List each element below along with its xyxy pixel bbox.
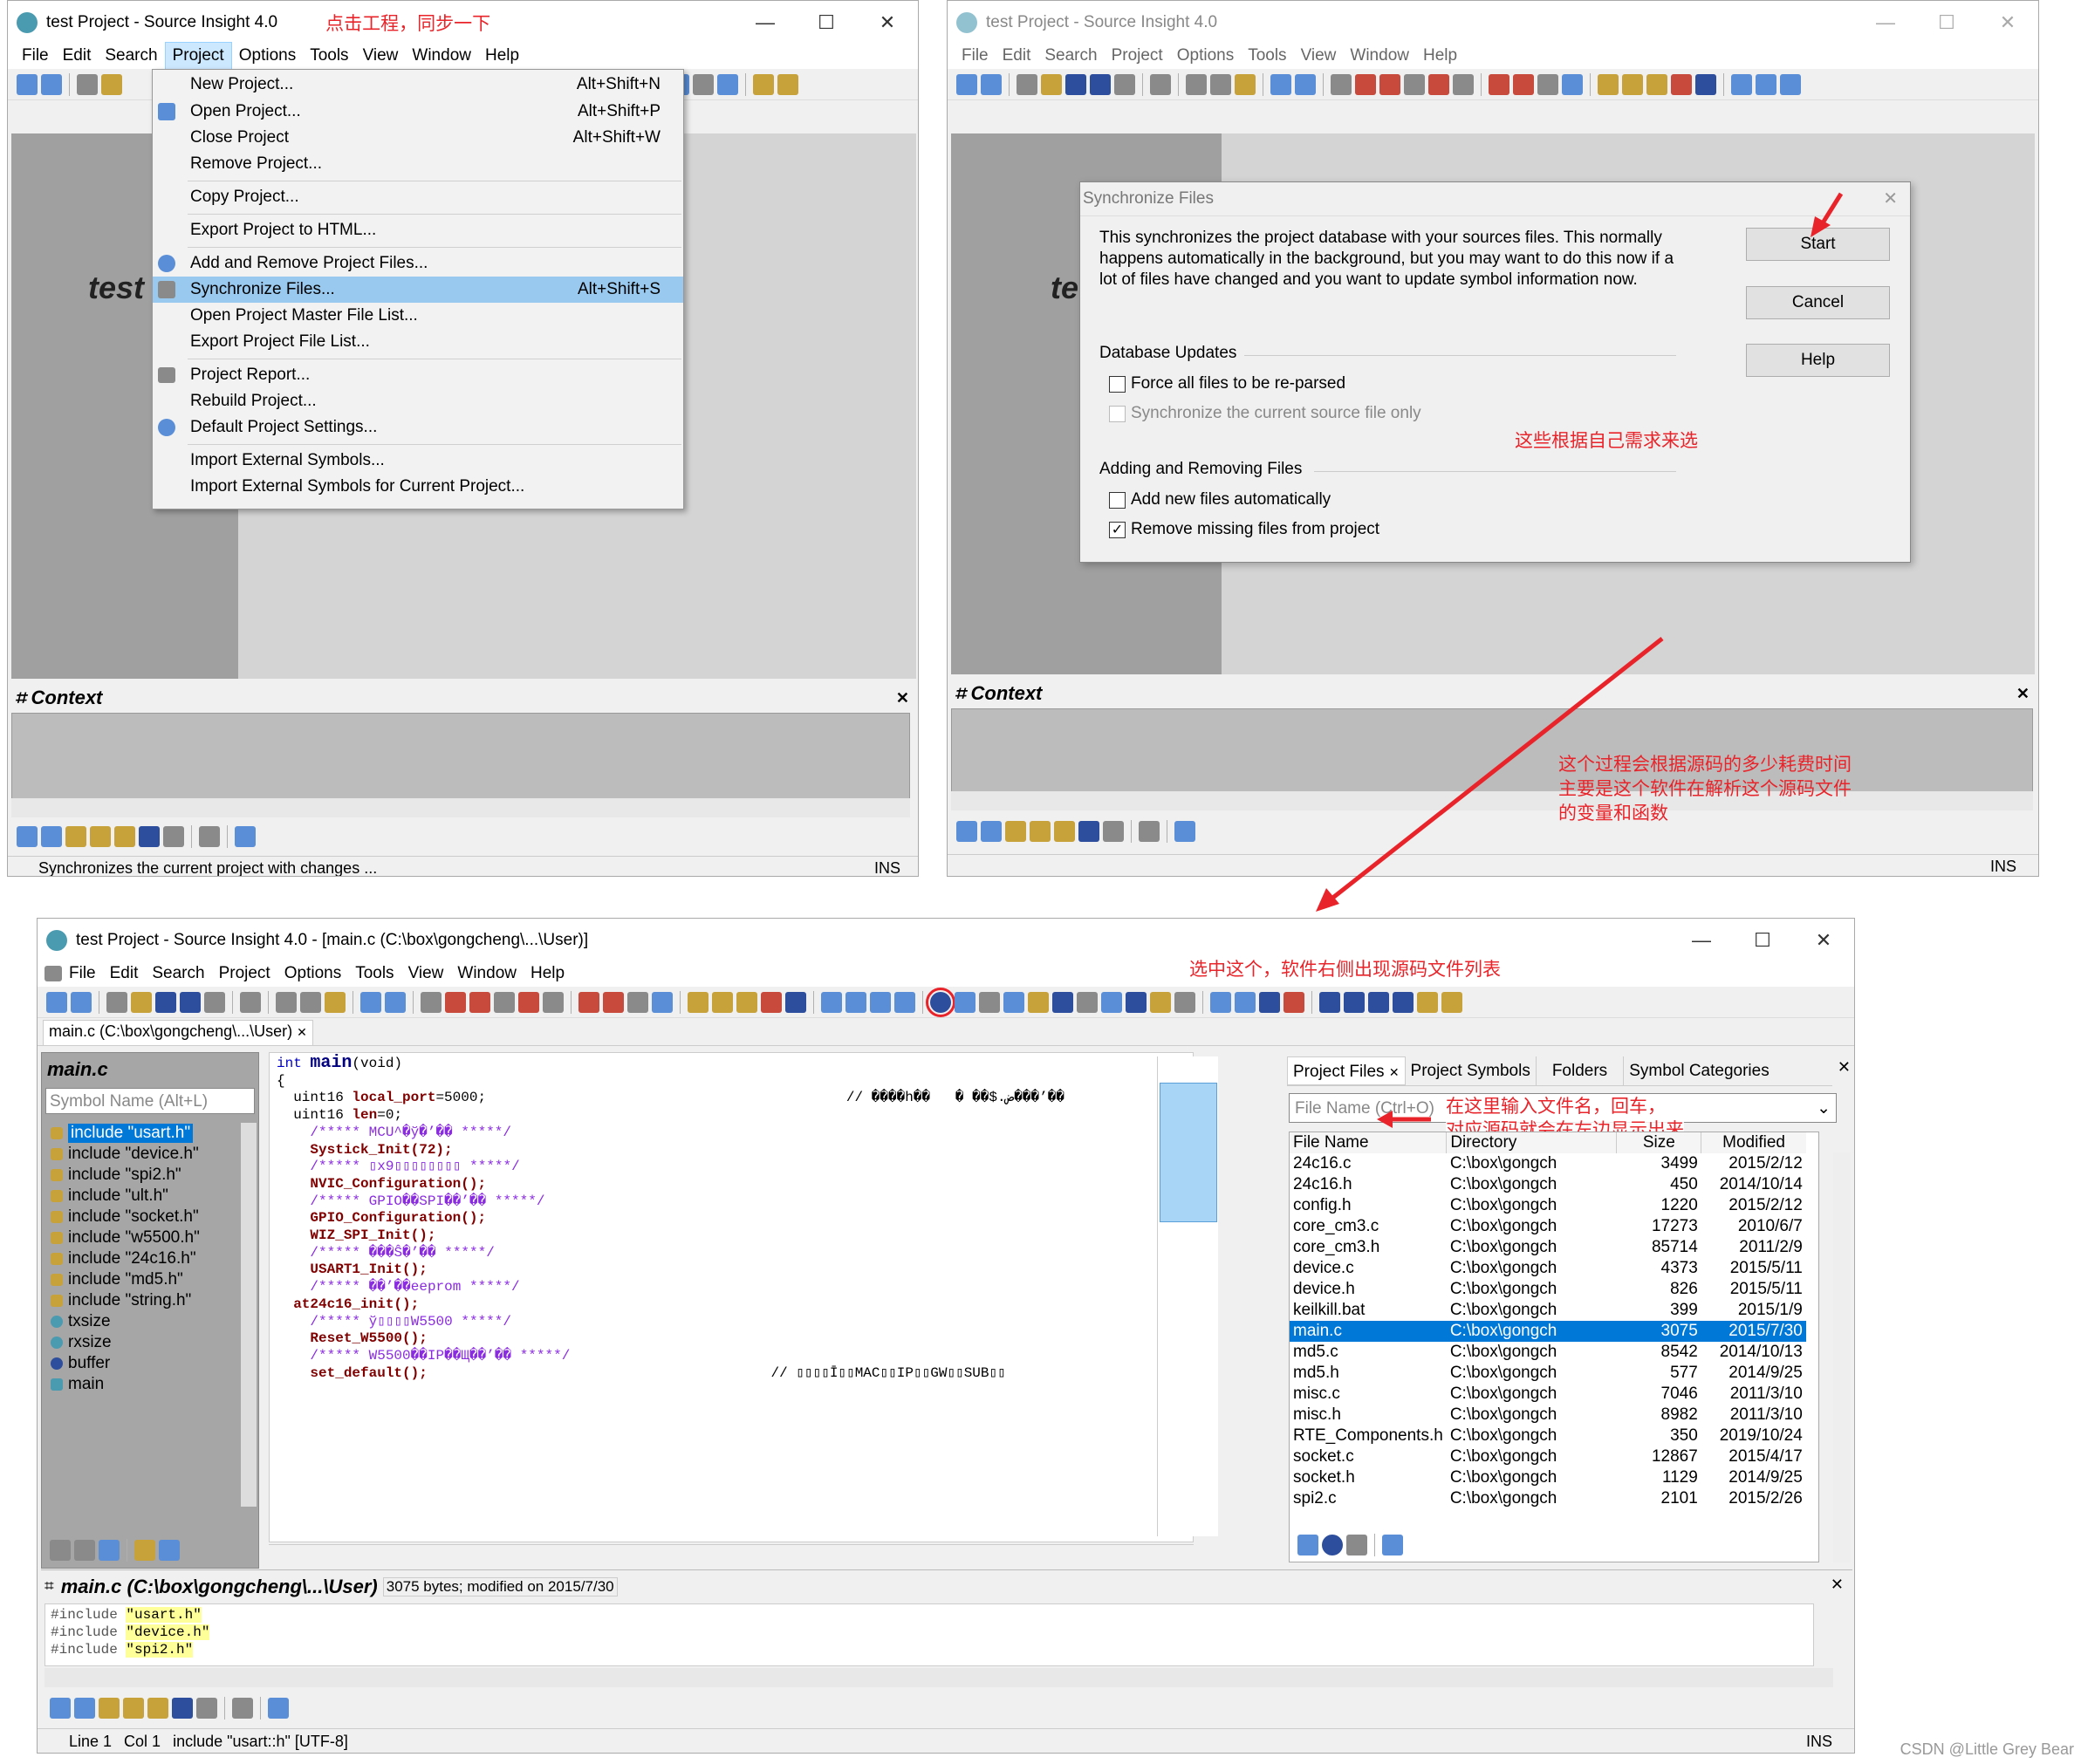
arrow-head-filename (1377, 1111, 1393, 1128)
arrow-head-bottom (1316, 888, 1339, 912)
watermark: CSDN @Little Grey Bear (1900, 1740, 2074, 1758)
arrow-to-bottom (1325, 637, 1664, 905)
annotation-arrows (1316, 192, 1844, 1128)
arrow-head-start (1811, 216, 1831, 237)
